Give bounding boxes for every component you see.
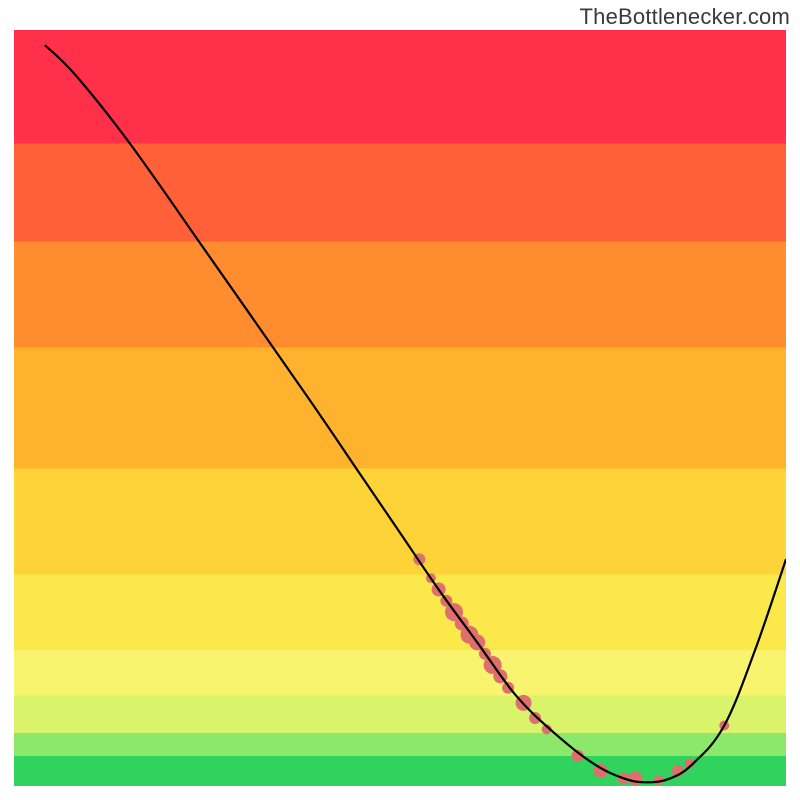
watermark-text: TheBottlenecker.com <box>580 4 790 30</box>
chart-stage: TheBottlenecker.com <box>0 0 800 800</box>
chart-svg <box>14 30 786 786</box>
plot-area <box>14 30 786 786</box>
data-marker <box>628 771 642 785</box>
data-marker <box>529 712 541 724</box>
